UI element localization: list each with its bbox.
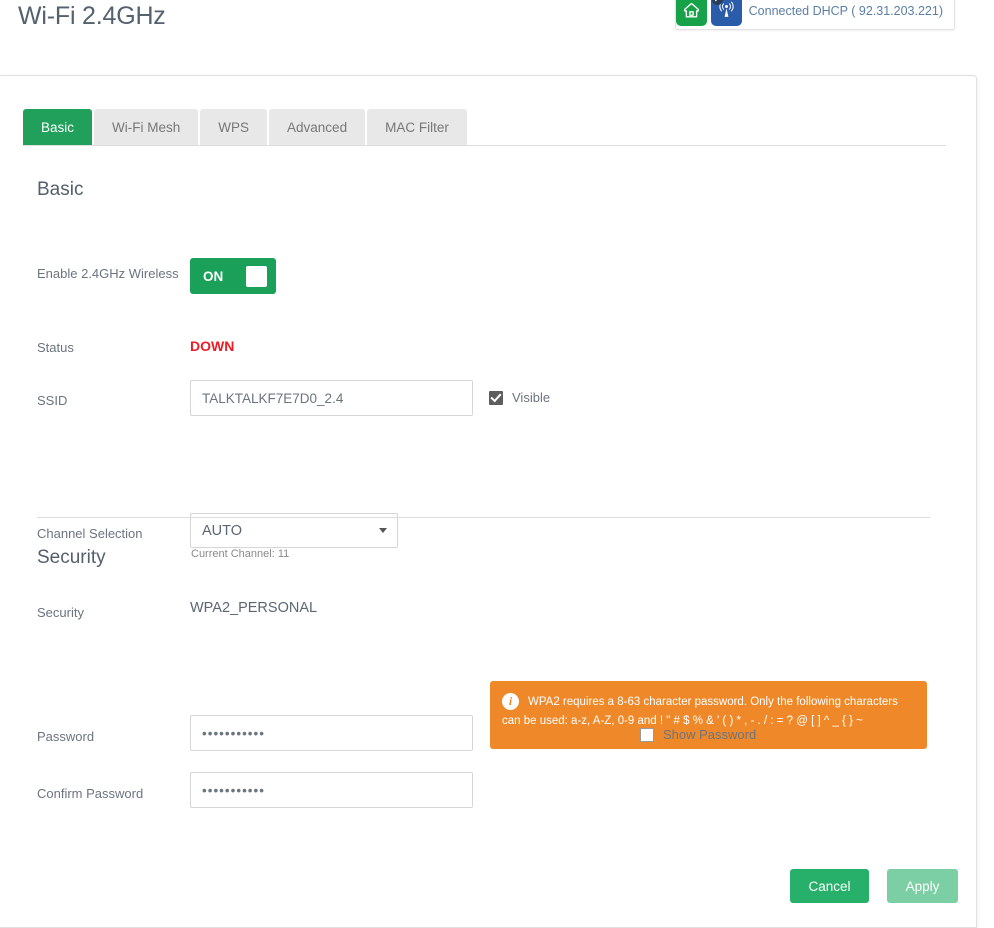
channel-selection-label: Channel Selection xyxy=(37,524,182,543)
home-icon[interactable] xyxy=(676,0,707,26)
confirm-password-input[interactable] xyxy=(190,772,473,808)
basic-section-title: Basic xyxy=(37,179,83,201)
page-header: Wi-Fi 2.4GHz ✓ Connected DHCP ( 92.31.20… xyxy=(0,0,994,75)
cancel-button[interactable]: Cancel xyxy=(790,869,869,903)
chevron-down-icon xyxy=(379,528,387,533)
show-password-checkbox[interactable]: Show Password xyxy=(640,727,756,742)
tab-wifi-mesh[interactable]: Wi-Fi Mesh xyxy=(94,109,198,145)
ssid-label: SSID xyxy=(37,391,182,410)
connection-status-text: Connected DHCP ( 92.31.203.221) xyxy=(749,4,943,18)
tab-bar-underline xyxy=(23,145,946,146)
info-icon: i xyxy=(502,693,519,710)
show-password-checkbox-box xyxy=(640,728,654,742)
tab-basic[interactable]: Basic xyxy=(23,109,92,145)
ssid-visible-checkbox[interactable]: Visible xyxy=(489,390,550,405)
security-mode-value: WPA2_PERSONAL xyxy=(190,600,317,616)
ssid-input[interactable] xyxy=(190,380,473,416)
apply-button[interactable]: Apply xyxy=(887,869,958,903)
tab-wps[interactable]: WPS xyxy=(200,109,267,145)
confirm-password-label: Confirm Password xyxy=(37,784,182,803)
toggle-knob xyxy=(246,266,267,287)
tab-advanced[interactable]: Advanced xyxy=(269,109,365,145)
password-input[interactable] xyxy=(190,715,473,751)
enable-wireless-toggle[interactable]: ON xyxy=(190,258,276,294)
channel-selection-value: AUTO xyxy=(190,513,398,548)
page-title: Wi-Fi 2.4GHz xyxy=(18,2,166,31)
enable-wireless-label: Enable 2.4GHz Wireless xyxy=(37,264,182,283)
security-section-title: Security xyxy=(37,547,106,569)
status-label: Status xyxy=(37,338,182,357)
section-divider xyxy=(37,517,930,518)
password-requirements-text: WPA2 requires a 8-63 character password.… xyxy=(502,696,898,727)
current-channel-hint: Current Channel: 11 xyxy=(191,548,289,560)
channel-selection-dropdown[interactable]: AUTO xyxy=(190,513,398,548)
visible-checkbox-label: Visible xyxy=(512,390,550,405)
wifi-broadcast-icon[interactable]: ✓ xyxy=(711,0,742,26)
show-password-checkbox-label: Show Password xyxy=(663,727,756,742)
status-icon-group: ✓ xyxy=(676,0,742,26)
tab-mac-filter[interactable]: MAC Filter xyxy=(367,109,467,145)
content-card: Basic Wi-Fi Mesh WPS Advanced MAC Filter… xyxy=(0,75,977,928)
security-mode-label: Security xyxy=(37,603,182,622)
status-value: DOWN xyxy=(190,338,234,354)
password-label: Password xyxy=(37,727,182,746)
tab-bar: Basic Wi-Fi Mesh WPS Advanced MAC Filter xyxy=(23,109,469,145)
connection-status-bar: ✓ Connected DHCP ( 92.31.203.221) xyxy=(675,0,955,30)
toggle-state-label: ON xyxy=(203,269,223,284)
visible-checkbox-box xyxy=(489,391,503,405)
